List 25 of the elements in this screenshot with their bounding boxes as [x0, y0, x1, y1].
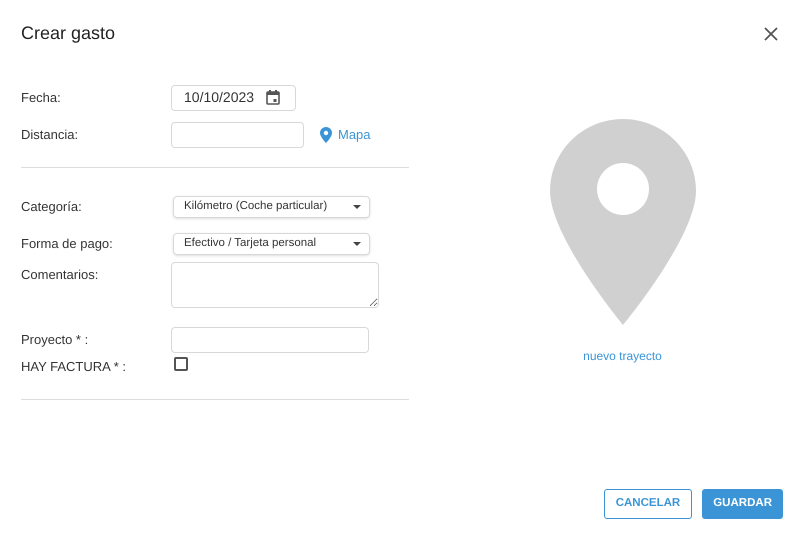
- cancel-button[interactable]: CANCELAR: [604, 489, 692, 519]
- save-button[interactable]: GUARDAR: [702, 489, 783, 519]
- field-label: Forma de pago:: [21, 234, 114, 253]
- text-field[interactable]: [171, 122, 304, 148]
- map-pin-icon: [550, 119, 696, 325]
- comments-field[interactable]: [171, 262, 379, 308]
- field-label: Comentarios:: [21, 266, 100, 284]
- field-label: Proyecto * :: [21, 331, 90, 350]
- select-field[interactable]: Kilómetro (Coche particular): [173, 196, 370, 218]
- map-link[interactable]: Mapa: [320, 124, 371, 144]
- checkbox[interactable]: [174, 357, 188, 371]
- field-label: HAY FACTURA * :: [21, 358, 127, 376]
- dialog-title: Crear gasto: [21, 22, 116, 45]
- new-route-link[interactable]: nuevo trayecto: [583, 347, 662, 365]
- field-label: Fecha:: [21, 88, 62, 107]
- close-icon[interactable]: [764, 26, 778, 40]
- caret-icon: [353, 242, 361, 246]
- field-label: Distancia:: [21, 126, 80, 144]
- map-pin-icon: [320, 126, 332, 142]
- caret-icon: [353, 204, 361, 208]
- calendar-icon: [266, 90, 280, 105]
- text-field[interactable]: [171, 327, 369, 353]
- date-field[interactable]: 10/10/2023: [171, 84, 296, 110]
- select-field[interactable]: Efectivo / Tarjeta personal: [173, 232, 370, 254]
- field-label: Categoría:: [21, 198, 83, 216]
